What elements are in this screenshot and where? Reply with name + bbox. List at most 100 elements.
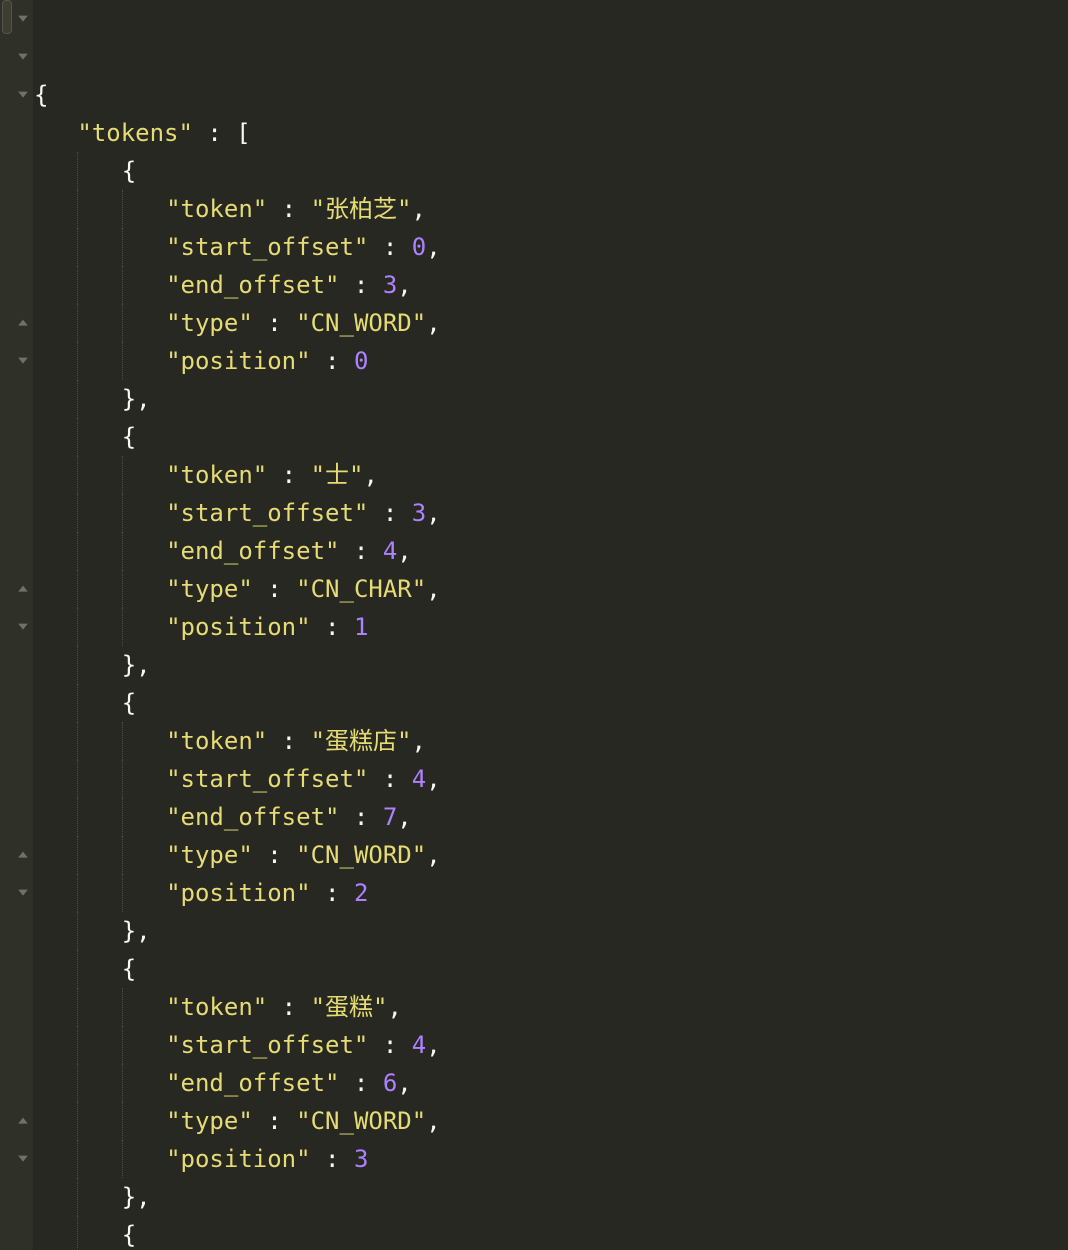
fold-open-icon[interactable] <box>17 12 31 26</box>
code-line[interactable]: }, <box>34 646 1068 684</box>
code-token-punct: { <box>122 157 136 185</box>
code-token-num: 0 <box>412 233 426 261</box>
code-editor[interactable]: { "tokens" : [ { "token" : "张柏芝", "start… <box>33 0 1068 1250</box>
code-token-num: 1 <box>354 613 368 641</box>
code-line[interactable]: "end_offset" : 6, <box>34 1064 1068 1102</box>
code-token-punct: { <box>34 81 48 109</box>
code-line[interactable]: "token" : "张柏芝", <box>34 190 1068 228</box>
fold-open-icon[interactable] <box>17 50 31 64</box>
code-line[interactable]: { <box>34 418 1068 456</box>
code-token-key: "tokens" <box>77 119 193 147</box>
gutter-row <box>0 608 33 646</box>
gutter-row <box>0 228 33 266</box>
code-line[interactable]: "type" : "CN_WORD", <box>34 304 1068 342</box>
fold-open-icon[interactable] <box>17 354 31 368</box>
gutter-row <box>0 266 33 304</box>
code-token-num: 3 <box>412 499 426 527</box>
code-line[interactable]: "type" : "CN_CHAR", <box>34 570 1068 608</box>
code-token-key: "end_offset" <box>166 1069 339 1097</box>
gutter-row <box>0 874 33 912</box>
gutter-row <box>0 570 33 608</box>
code-line[interactable]: "start_offset" : 4, <box>34 1026 1068 1064</box>
code-token-key: "token" <box>166 727 267 755</box>
gutter-row <box>0 1140 33 1178</box>
gutter-row <box>0 0 33 38</box>
code-token-punct: , <box>397 537 411 565</box>
code-token-punct: : <box>368 1031 411 1059</box>
fold-close-icon[interactable] <box>17 1114 31 1128</box>
gutter-row <box>0 760 33 798</box>
code-line[interactable]: "end_offset" : 3, <box>34 266 1068 304</box>
code-token-key: "token" <box>166 195 267 223</box>
gutter-row <box>0 1064 33 1102</box>
code-line[interactable]: { <box>34 950 1068 988</box>
code-token-key: "position" <box>166 347 311 375</box>
gutter-row <box>0 152 33 190</box>
code-line[interactable]: { <box>34 684 1068 722</box>
code-line[interactable]: }, <box>34 1178 1068 1216</box>
code-token-punct: , <box>412 727 426 755</box>
code-line[interactable]: "position" : 2 <box>34 874 1068 912</box>
code-line[interactable]: }, <box>34 380 1068 418</box>
fold-close-icon[interactable] <box>17 316 31 330</box>
code-token-punct: }, <box>122 651 151 679</box>
code-token-punct: , <box>364 461 378 489</box>
editor-scrollbar-track[interactable] <box>1054 0 1068 1250</box>
code-token-key: "position" <box>166 879 311 907</box>
code-line[interactable]: "position" : 3 <box>34 1140 1068 1178</box>
code-token-punct: , <box>412 195 426 223</box>
code-token-punct: : <box>267 461 310 489</box>
gutter-row <box>0 912 33 950</box>
code-token-key: "token" <box>166 461 267 489</box>
code-line[interactable]: "position" : 1 <box>34 608 1068 646</box>
fold-open-icon[interactable] <box>17 88 31 102</box>
fold-close-icon[interactable] <box>17 582 31 596</box>
code-line[interactable]: "token" : "蛋糕", <box>34 988 1068 1026</box>
gutter-row <box>0 342 33 380</box>
code-line[interactable]: { <box>34 76 1068 114</box>
fold-open-icon[interactable] <box>17 1152 31 1166</box>
code-token-punct: : <box>368 233 411 261</box>
code-line[interactable]: { <box>34 152 1068 190</box>
code-token-key: "token" <box>166 993 267 1021</box>
code-line[interactable]: { <box>34 1216 1068 1250</box>
code-token-str: "士" <box>311 461 364 489</box>
code-token-punct: , <box>426 499 440 527</box>
code-token-key: "type" <box>166 1107 253 1135</box>
gutter-row <box>0 190 33 228</box>
code-line[interactable]: "start_offset" : 4, <box>34 760 1068 798</box>
code-token-str: "CN_WORD" <box>296 1107 426 1135</box>
code-token-punct: , <box>426 233 440 261</box>
code-token-num: 4 <box>383 537 397 565</box>
code-line[interactable]: "start_offset" : 3, <box>34 494 1068 532</box>
code-token-key: "type" <box>166 575 253 603</box>
fold-open-icon[interactable] <box>17 886 31 900</box>
code-token-num: 3 <box>383 271 397 299</box>
gutter-row <box>0 76 33 114</box>
code-line[interactable]: "end_offset" : 7, <box>34 798 1068 836</box>
code-token-key: "start_offset" <box>166 233 368 261</box>
code-line[interactable]: "start_offset" : 0, <box>34 228 1068 266</box>
code-token-punct: }, <box>122 917 151 945</box>
gutter-row <box>0 988 33 1026</box>
gutter-row <box>0 114 33 152</box>
code-token-punct: , <box>426 1107 440 1135</box>
code-line[interactable]: "position" : 0 <box>34 342 1068 380</box>
code-line[interactable]: "end_offset" : 4, <box>34 532 1068 570</box>
code-token-str: "蛋糕" <box>311 993 388 1021</box>
code-line[interactable]: "type" : "CN_WORD", <box>34 1102 1068 1140</box>
code-token-punct: , <box>388 993 402 1021</box>
code-line[interactable]: "type" : "CN_WORD", <box>34 836 1068 874</box>
code-line[interactable]: "token" : "蛋糕店", <box>34 722 1068 760</box>
code-token-punct: : <box>311 1145 354 1173</box>
code-line[interactable]: "token" : "士", <box>34 456 1068 494</box>
gutter-row <box>0 532 33 570</box>
fold-open-icon[interactable] <box>17 620 31 634</box>
code-line[interactable]: }, <box>34 912 1068 950</box>
code-token-key: "end_offset" <box>166 271 339 299</box>
gutter-row <box>0 380 33 418</box>
code-line[interactable]: "tokens" : [ <box>34 114 1068 152</box>
fold-close-icon[interactable] <box>17 848 31 862</box>
gutter-row <box>0 38 33 76</box>
code-token-key: "end_offset" <box>166 537 339 565</box>
